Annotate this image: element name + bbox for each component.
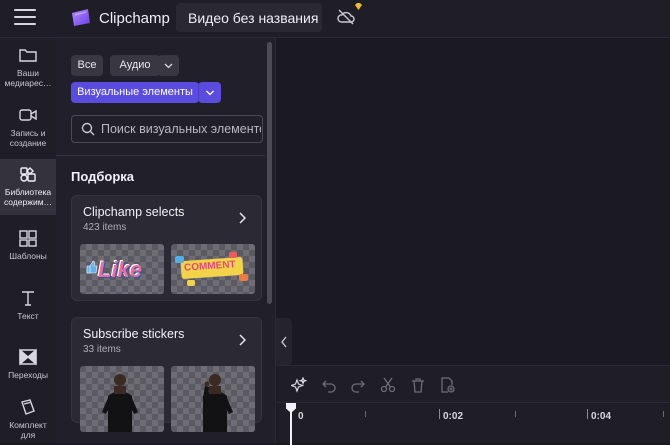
nav-label: Текст xyxy=(17,311,39,321)
app-name: Clipchamp xyxy=(99,10,170,27)
card-subtitle: 423 items xyxy=(83,222,127,233)
sticker-thumb-like[interactable]: Like xyxy=(80,244,164,294)
top-bar: Clipchamp Видео без названия xyxy=(0,0,670,38)
audio-dropdown-button[interactable] xyxy=(158,55,179,76)
filter-audio-button[interactable]: Аудио xyxy=(110,55,160,76)
filter-visual-button[interactable]: Визуальные элементы xyxy=(71,82,199,103)
ruler-tick xyxy=(439,409,440,419)
chat-bubble-icon xyxy=(175,256,184,263)
chevron-right-icon[interactable] xyxy=(238,212,246,224)
nav-label: Шаблоны xyxy=(9,251,47,261)
clipchamp-logo-icon xyxy=(72,9,90,26)
chevron-down-icon xyxy=(164,63,173,69)
timeline-ruler[interactable]: 0 0:02 0:04 xyxy=(277,402,670,445)
nav-label: Запись и создание xyxy=(9,128,47,148)
brand-kit-icon xyxy=(21,399,35,415)
card-title: Subscribe stickers xyxy=(83,327,185,341)
nav-your-media[interactable]: Ваши медиарес… xyxy=(0,46,56,102)
timeline: 0 0:02 0:04 xyxy=(277,365,670,445)
thumbs-up-icon xyxy=(86,260,98,274)
menu-icon[interactable] xyxy=(14,9,36,27)
left-nav: Ваши медиарес… Запись и создание Библиот… xyxy=(0,38,56,443)
add-media-icon[interactable] xyxy=(439,377,455,393)
magic-sparkle-icon[interactable] xyxy=(291,377,307,393)
filter-all-button[interactable]: Все xyxy=(71,55,103,76)
transitions-icon xyxy=(19,348,37,366)
chat-bubble-icon xyxy=(187,280,195,286)
person-sticker-icon xyxy=(102,374,138,432)
card-title: Clipchamp selects xyxy=(83,205,185,219)
ruler-tick xyxy=(587,409,588,419)
undo-icon[interactable] xyxy=(321,377,337,393)
time-label: 0 xyxy=(298,411,304,422)
premium-gem-icon xyxy=(355,3,362,10)
chat-bubble-icon xyxy=(239,274,248,281)
chevron-left-icon xyxy=(281,336,287,348)
nav-brand-kit[interactable]: Комплект для xyxy=(0,398,56,443)
search-placeholder: Поиск визуальных элементов xyxy=(101,122,261,136)
sticker-thumb-person-2[interactable] xyxy=(171,366,255,432)
person-sticker-icon xyxy=(203,374,233,432)
panel-scrollbar[interactable] xyxy=(267,42,272,304)
preview-canvas xyxy=(277,38,670,365)
collection-card-clipchamp-selects[interactable]: Clipchamp selects 423 items Like COMMENT xyxy=(71,195,262,301)
time-label: 0:04 xyxy=(591,411,612,422)
nav-content-library[interactable]: Библиотека содержим… xyxy=(0,159,56,215)
nav-transitions[interactable]: Переходы xyxy=(0,348,56,388)
cloud-off-icon[interactable] xyxy=(336,8,356,26)
nav-label: Комплект для xyxy=(9,420,47,440)
redo-icon[interactable] xyxy=(350,377,366,393)
ruler-tick xyxy=(515,411,516,417)
sticker-thumb-comment[interactable]: COMMENT xyxy=(171,244,255,294)
chat-bubble-icon xyxy=(229,252,237,258)
like-sticker-text: Like xyxy=(98,257,143,282)
nav-templates[interactable]: Шаблоны xyxy=(0,229,56,269)
project-title-input[interactable]: Видео без названия xyxy=(176,3,322,32)
collection-card-subscribe-stickers[interactable]: Subscribe stickers 33 items xyxy=(71,317,262,432)
nav-label: Ваши медиарес… xyxy=(4,68,52,88)
section-title: Подборка xyxy=(71,169,135,184)
text-icon xyxy=(22,291,34,306)
search-icon xyxy=(81,122,95,136)
divider xyxy=(56,155,265,156)
nav-label: Переходы xyxy=(8,370,48,380)
search-input[interactable]: Поиск визуальных элементов xyxy=(71,115,263,143)
visual-dropdown-button[interactable] xyxy=(198,82,221,103)
delete-icon[interactable] xyxy=(410,377,426,393)
ruler-tick xyxy=(365,411,366,417)
folder-icon xyxy=(19,49,37,62)
video-camera-icon xyxy=(19,109,37,121)
card-subtitle: 33 items xyxy=(83,344,121,355)
playhead-handle[interactable] xyxy=(286,403,296,413)
time-label: 0:02 xyxy=(443,411,464,422)
split-scissors-icon[interactable] xyxy=(380,377,396,393)
collapse-panel-button[interactable] xyxy=(276,318,292,366)
chevron-down-icon xyxy=(206,90,214,96)
nav-label: Библиотека содержим… xyxy=(3,187,53,207)
sticker-thumb-person-1[interactable] xyxy=(80,366,164,432)
content-library-icon xyxy=(20,167,36,182)
nav-record-create[interactable]: Запись и создание xyxy=(0,106,56,162)
nav-text[interactable]: Текст xyxy=(0,289,56,329)
ruler-tick xyxy=(663,411,664,417)
chevron-right-icon[interactable] xyxy=(238,334,246,346)
content-library-panel: Все Аудио Визуальные элементы Поиск визу… xyxy=(56,38,276,443)
templates-icon xyxy=(19,230,37,247)
